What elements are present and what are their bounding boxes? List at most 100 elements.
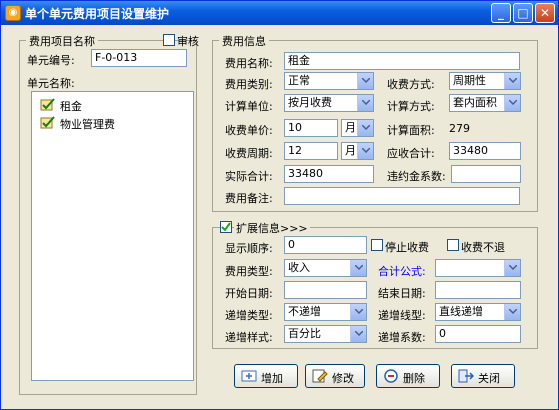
chevron-down-icon[interactable] bbox=[357, 73, 373, 89]
no-refund-label: 收费不退 bbox=[461, 241, 505, 254]
inc-coef-field[interactable]: 0 bbox=[435, 325, 521, 343]
area-value: 279 bbox=[449, 122, 470, 135]
item-icon bbox=[40, 116, 55, 129]
chevron-down-icon[interactable] bbox=[350, 304, 366, 320]
period-unit-select[interactable]: 月 bbox=[341, 142, 374, 160]
stop-fee-label: 停止收费 bbox=[385, 241, 429, 254]
remark-label: 费用备注: bbox=[225, 192, 273, 205]
inc-type-value: 不递增 bbox=[288, 305, 321, 318]
unit-no-field[interactable]: F-0-013 bbox=[91, 49, 187, 67]
penalty-field[interactable] bbox=[451, 165, 521, 183]
remark-field[interactable] bbox=[284, 187, 520, 205]
inc-type-select[interactable]: 不递增 bbox=[284, 303, 367, 321]
chevron-down-icon[interactable] bbox=[357, 95, 373, 111]
check-icon bbox=[221, 222, 231, 232]
inc-coef-label: 递增系数: bbox=[378, 331, 426, 344]
price-unit-value: 月 bbox=[345, 121, 356, 134]
window-title: 单个单元费用项目设置维护 bbox=[25, 7, 170, 21]
actual-total-field[interactable]: 33480 bbox=[284, 165, 374, 183]
audit-label: 审核 bbox=[177, 35, 199, 48]
delete-button[interactable]: 删除 bbox=[376, 364, 440, 388]
fee-name-field[interactable]: 租金 bbox=[284, 52, 520, 70]
item-icon bbox=[40, 98, 55, 111]
fee-category-select[interactable]: 正常 bbox=[284, 72, 374, 90]
close-window-button[interactable]: ✕ bbox=[535, 3, 555, 23]
close-button[interactable]: 关闭 bbox=[451, 364, 515, 388]
unit-name-label: 单元名称: bbox=[27, 77, 75, 90]
calc-unit-value: 按月收费 bbox=[288, 96, 332, 109]
delete-button-label: 删除 bbox=[403, 372, 425, 385]
due-total-label: 应收合计: bbox=[387, 147, 435, 160]
calc-mode-value: 套内面积 bbox=[453, 96, 497, 109]
fee-category-value: 正常 bbox=[288, 74, 310, 87]
ext-info-group-title[interactable]: 扩展信息>>> bbox=[234, 220, 310, 236]
chevron-down-icon[interactable] bbox=[504, 260, 520, 276]
fee-type-value: 收入 bbox=[288, 261, 310, 274]
period-field[interactable]: 12 bbox=[284, 142, 338, 160]
price-unit-select[interactable]: 月 bbox=[341, 119, 374, 137]
chevron-down-icon[interactable] bbox=[350, 260, 366, 276]
close-icon: ✕ bbox=[539, 6, 551, 20]
maximize-icon: □ bbox=[517, 6, 529, 20]
edit-button[interactable]: 修改 bbox=[305, 364, 365, 388]
chevron-down-icon[interactable] bbox=[350, 326, 366, 342]
stop-fee-checkbox[interactable] bbox=[371, 239, 383, 251]
actual-total-label: 实际合计: bbox=[225, 170, 273, 183]
calc-unit-select[interactable]: 按月收费 bbox=[284, 94, 374, 112]
fee-item-group-title: 费用项目名称 bbox=[26, 33, 98, 49]
chevron-down-icon[interactable] bbox=[504, 73, 520, 89]
formula-select[interactable] bbox=[435, 259, 521, 277]
order-label: 显示顺序: bbox=[225, 242, 273, 255]
chevron-down-icon[interactable] bbox=[357, 120, 373, 136]
chevron-down-icon[interactable] bbox=[504, 304, 520, 320]
penalty-label: 违约金系数: bbox=[387, 170, 446, 183]
edit-icon bbox=[312, 369, 328, 383]
delete-icon bbox=[384, 369, 398, 383]
inc-line-value: 直线递增 bbox=[439, 305, 483, 318]
unit-fee-list[interactable]: 租金 物业管理费 bbox=[31, 91, 194, 381]
calc-unit-label: 计算单位: bbox=[225, 100, 273, 113]
period-label: 收费周期: bbox=[225, 147, 273, 160]
formula-label: 合计公式: bbox=[378, 265, 426, 278]
exit-icon bbox=[458, 369, 474, 383]
due-total-field[interactable]: 33480 bbox=[449, 142, 521, 160]
unit-price-field[interactable]: 10 bbox=[284, 119, 338, 137]
fee-info-group-title: 费用信息 bbox=[219, 33, 269, 49]
inc-line-select[interactable]: 直线递增 bbox=[435, 303, 521, 321]
maximize-button[interactable]: □ bbox=[513, 3, 533, 23]
no-refund-checkbox[interactable] bbox=[447, 239, 459, 251]
add-button-label: 增加 bbox=[261, 372, 283, 385]
title-bar[interactable]: ◉ 单个单元费用项目设置维护 _ □ ✕ bbox=[1, 1, 558, 25]
inc-style-value: 百分比 bbox=[288, 327, 321, 340]
inc-style-label: 递增样式: bbox=[225, 331, 273, 344]
chevron-down-icon[interactable] bbox=[357, 143, 373, 159]
calc-mode-label: 计算方式: bbox=[387, 100, 435, 113]
inc-style-select[interactable]: 百分比 bbox=[284, 325, 367, 343]
minimize-button[interactable]: _ bbox=[491, 3, 511, 23]
fee-category-label: 费用类别: bbox=[225, 78, 273, 91]
list-item-label: 租金 bbox=[60, 100, 82, 113]
fee-type-label: 费用类型: bbox=[225, 265, 273, 278]
start-date-label: 开始日期: bbox=[225, 287, 273, 300]
audit-checkbox[interactable] bbox=[163, 34, 175, 46]
area-label: 计算面积: bbox=[387, 124, 435, 137]
minimize-icon: _ bbox=[498, 6, 504, 20]
fee-name-label: 费用名称: bbox=[225, 57, 273, 70]
calc-mode-select[interactable]: 套内面积 bbox=[449, 94, 521, 112]
edit-button-label: 修改 bbox=[332, 372, 354, 385]
add-icon bbox=[241, 370, 257, 382]
period-unit-value: 月 bbox=[345, 144, 356, 157]
close-button-label: 关闭 bbox=[478, 372, 500, 385]
inc-type-label: 递增类型: bbox=[225, 309, 273, 322]
order-field[interactable]: 0 bbox=[284, 236, 367, 254]
start-date-field[interactable] bbox=[284, 281, 367, 299]
add-button[interactable]: 增加 bbox=[234, 364, 298, 388]
ext-info-checkbox[interactable] bbox=[220, 221, 232, 233]
main-window: ◉ 单个单元费用项目设置维护 _ □ ✕ 费用项目名称 审核 单元编号: F-0… bbox=[0, 0, 559, 410]
end-date-label: 结束日期: bbox=[378, 287, 426, 300]
fee-type-select[interactable]: 收入 bbox=[284, 259, 367, 277]
end-date-field[interactable] bbox=[435, 281, 521, 299]
collect-mode-select[interactable]: 周期性 bbox=[449, 72, 521, 90]
list-item-label: 物业管理费 bbox=[60, 118, 115, 131]
chevron-down-icon[interactable] bbox=[504, 95, 520, 111]
